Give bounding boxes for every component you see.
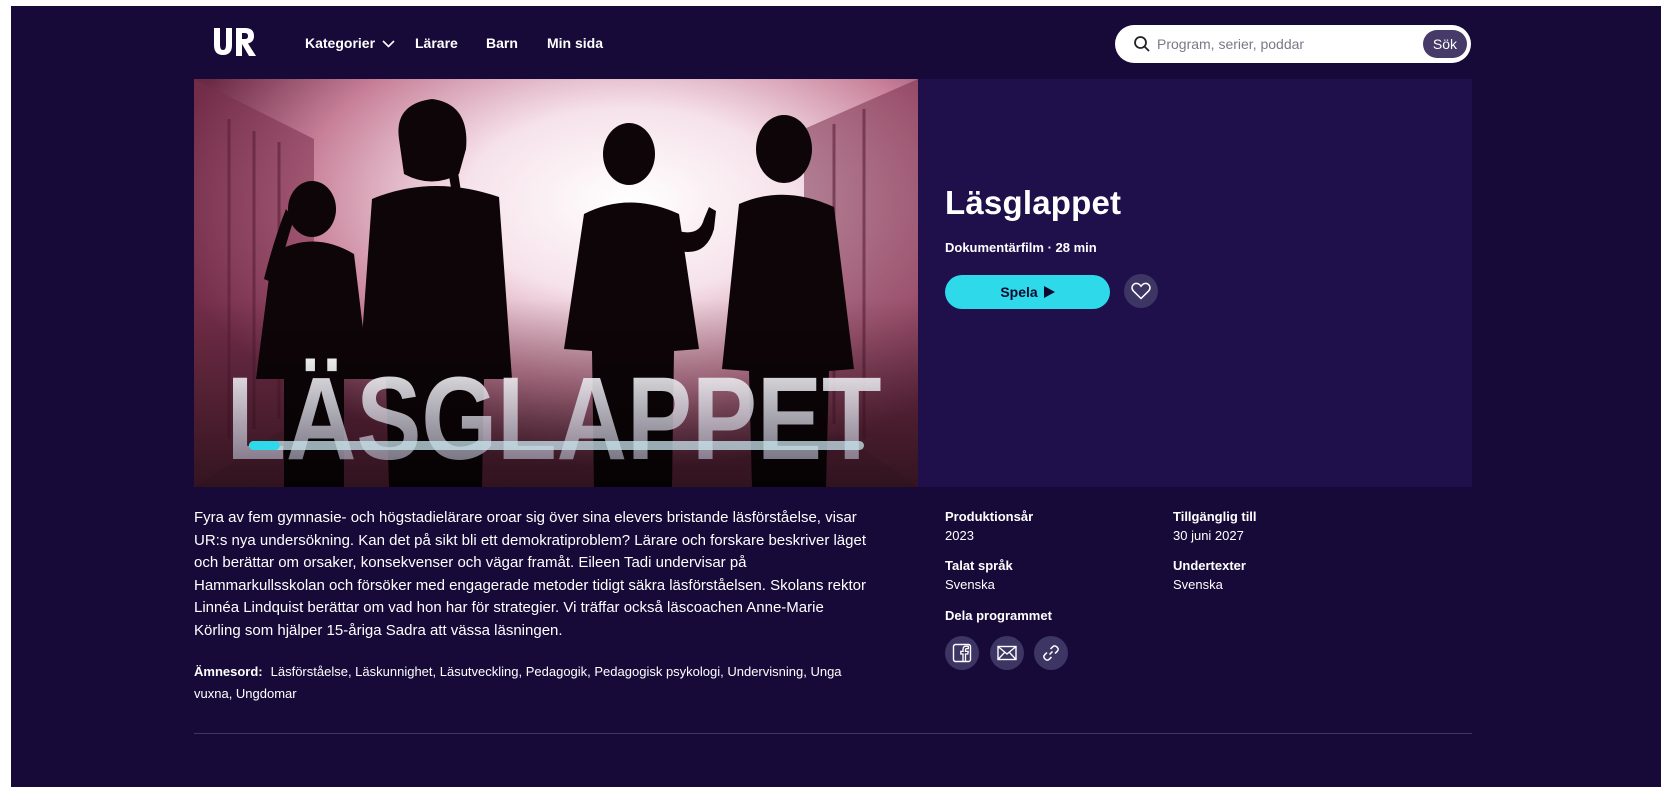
nav-kategorier-label: Kategorier	[305, 35, 376, 51]
keywords-list: Läsförståelse, Läskunnighet, Läsutveckli…	[194, 664, 842, 701]
info-value: Svenska	[945, 577, 995, 592]
keywords: Ämnesord: Läsförståelse, Läskunnighet, Lä…	[194, 661, 854, 705]
info-label: Tillgänglig till	[1173, 509, 1257, 524]
share-heading: Dela programmet	[945, 608, 1052, 623]
link-icon	[1043, 645, 1059, 661]
share-facebook-button[interactable]	[945, 636, 979, 670]
mail-icon	[997, 645, 1017, 661]
progress-fill	[249, 441, 280, 450]
info-produktionsar: Produktionsår 2023	[945, 509, 1033, 543]
program-meta: Dokumentärfilm · 28 min	[945, 240, 1097, 255]
search-icon	[1134, 36, 1150, 52]
info-label: Produktionsår	[945, 509, 1034, 524]
search-input[interactable]	[1157, 31, 1407, 57]
keywords-label: Ämnesord:	[194, 664, 263, 679]
nav-min-sida-label: Min sida	[547, 35, 604, 51]
ur-logo[interactable]: UR	[211, 26, 257, 63]
nav-barn[interactable]: Barn	[486, 35, 518, 51]
info-value: Svenska	[1173, 577, 1223, 592]
hero-panel: LÄSGLAPPET	[194, 79, 1472, 487]
info-tillganglig: Tillgänglig till 30 juni 2027	[1173, 509, 1257, 543]
favorite-button[interactable]	[1124, 274, 1158, 308]
chevron-down-icon	[382, 40, 395, 48]
info-undertexter: Undertexter Svenska	[1173, 558, 1246, 592]
info-label: Talat språk	[945, 558, 1013, 573]
program-image[interactable]: LÄSGLAPPET	[194, 79, 918, 487]
facebook-icon	[952, 643, 972, 663]
copy-link-button[interactable]	[1034, 636, 1068, 670]
program-description: Fyra av fem gymnasie- och högstadielärar…	[194, 509, 867, 639]
info-label: Undertexter	[1173, 558, 1246, 573]
divider	[194, 733, 1472, 734]
hero-illustration: LÄSGLAPPET	[194, 79, 918, 487]
image-title-text: LÄSGLAPPET	[227, 353, 882, 485]
nav-larare-label: Lärare	[415, 35, 458, 51]
nav-kategorier[interactable]: Kategorier	[305, 35, 395, 51]
play-icon	[1043, 286, 1055, 298]
share-email-button[interactable]	[990, 636, 1024, 670]
info-value: 30 juni 2027	[1173, 528, 1244, 543]
play-button[interactable]: Spela	[945, 275, 1110, 309]
info-talat-sprak: Talat språk Svenska	[945, 558, 1013, 592]
search-button[interactable]: Sök	[1422, 30, 1467, 58]
info-value: 2023	[945, 528, 974, 543]
search-bar: Sök	[1115, 25, 1471, 63]
nav-barn-label: Barn	[486, 35, 518, 51]
heart-icon	[1131, 282, 1151, 300]
play-label: Spela	[1000, 284, 1038, 300]
program-title: Läsglappet	[945, 184, 1122, 221]
nav-min-sida[interactable]: Min sida	[547, 35, 603, 51]
nav-larare[interactable]: Lärare	[415, 35, 458, 51]
progress-track	[249, 441, 864, 450]
